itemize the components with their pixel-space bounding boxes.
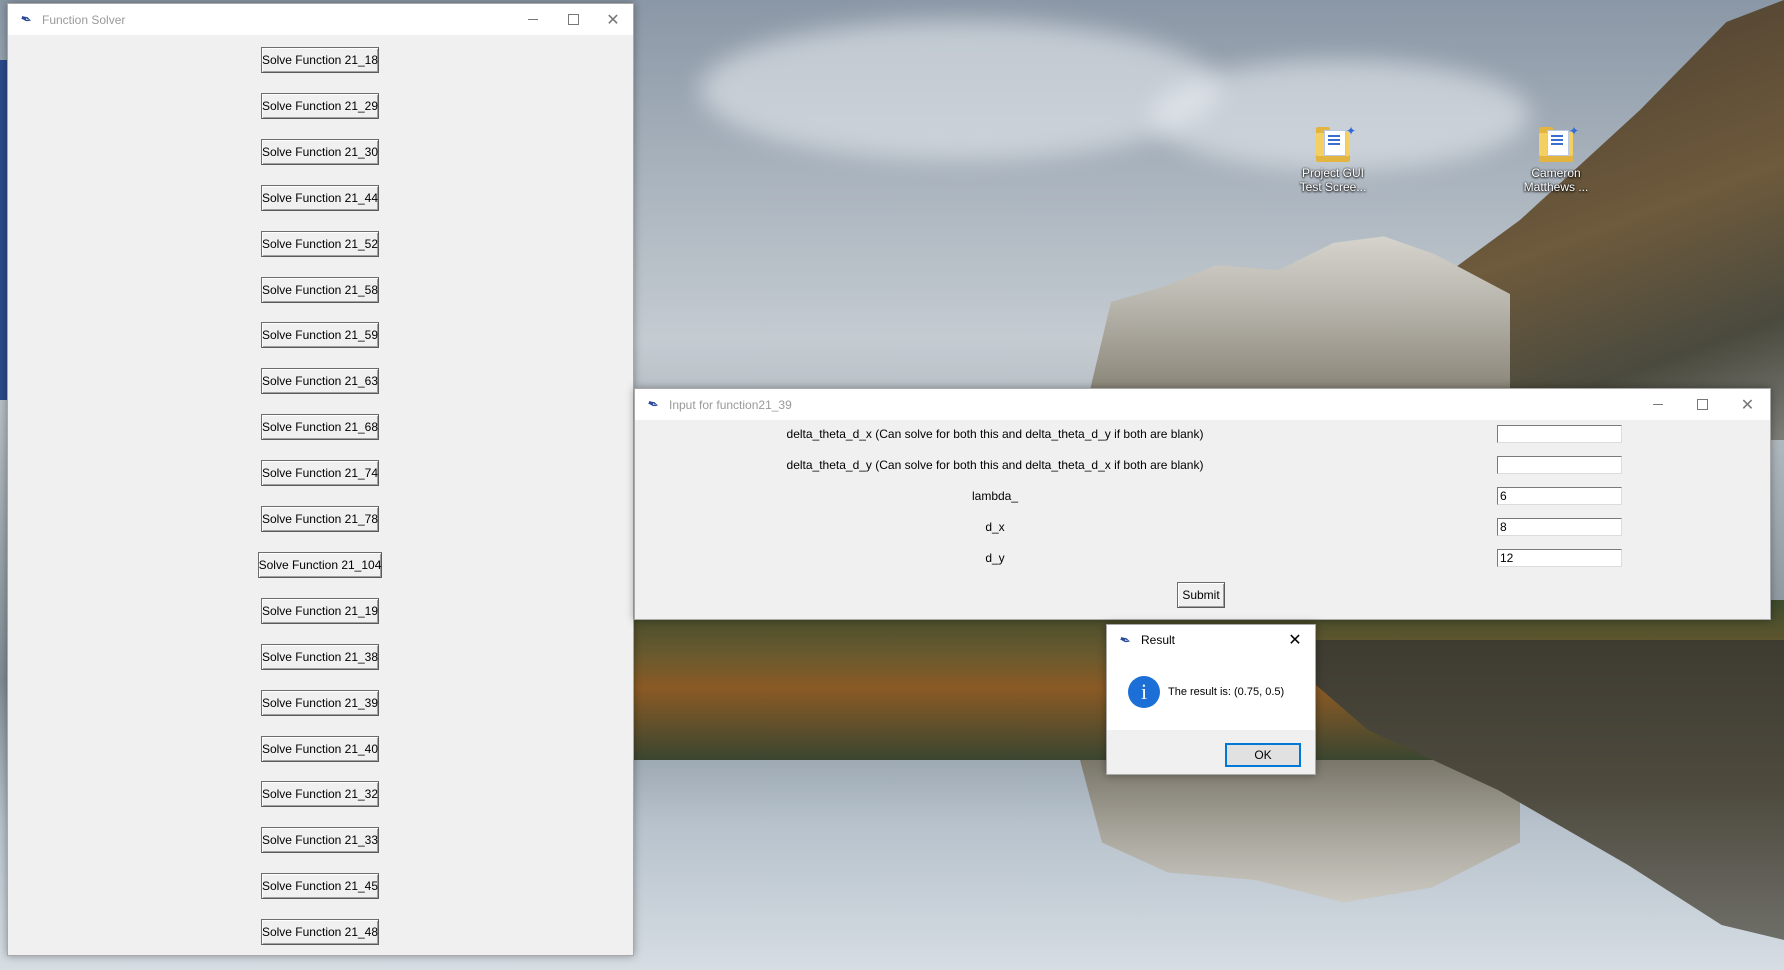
field-label-d-y: d_y: [985, 551, 1005, 565]
solve-function-button[interactable]: Solve Function 21_33: [261, 827, 379, 854]
dialog-message-area: i The result is: (0.75, 0.5): [1107, 655, 1315, 730]
delta-theta-d-y-input[interactable]: [1497, 456, 1622, 474]
solve-function-button[interactable]: Solve Function 21_18: [261, 47, 379, 73]
field-label-lambda: lambda_: [971, 489, 1019, 503]
folder-shortcut-icon: ✦: [1539, 124, 1579, 162]
window-title: Function Solver: [42, 12, 126, 27]
minimize-button[interactable]: [513, 4, 553, 35]
feather-icon: ✒: [1116, 630, 1134, 650]
solve-function-button[interactable]: Solve Function 21_78: [261, 506, 379, 532]
solve-function-button[interactable]: Solve Function 21_58: [261, 276, 379, 303]
maximize-button[interactable]: [1680, 389, 1725, 420]
solve-function-button[interactable]: Solve Function 21_39: [261, 689, 379, 716]
result-dialog: ✒ Result ✕ i The result is: (0.75, 0.5) …: [1106, 624, 1316, 775]
d-x-input[interactable]: [1497, 518, 1622, 536]
feather-icon: ✒: [644, 394, 662, 414]
close-button[interactable]: ✕: [1275, 625, 1315, 655]
feather-icon: ✒: [17, 9, 35, 29]
cloud: [700, 20, 1220, 160]
close-button[interactable]: ✕: [1725, 389, 1770, 420]
desktop-icon-cameron-matthews[interactable]: ✦ Cameron Matthews ...: [1517, 124, 1595, 194]
solve-function-button[interactable]: Solve Function 21_38: [261, 643, 379, 670]
desktop-icon-project-gui[interactable]: ✦ Project GUI Test Scree...: [1294, 124, 1372, 194]
info-icon: i: [1128, 676, 1160, 708]
minimize-icon: [528, 19, 538, 20]
solve-function-button[interactable]: Solve Function 21_68: [261, 414, 379, 441]
solve-function-button[interactable]: Solve Function 21_74: [261, 460, 379, 487]
delta-theta-d-x-input[interactable]: [1497, 425, 1622, 443]
solve-function-button[interactable]: Solve Function 21_19: [261, 597, 379, 624]
solve-function-button[interactable]: Solve Function 21_30: [261, 138, 379, 165]
ok-button[interactable]: OK: [1225, 743, 1301, 767]
solve-function-button[interactable]: Solve Function 21_104: [258, 551, 382, 578]
desktop-icon-label: Project GUI Test Scree...: [1299, 166, 1367, 194]
field-label-delta-theta-d-x: delta_theta_d_x (Can solve for both this…: [786, 427, 1204, 441]
maximize-button[interactable]: [553, 4, 593, 35]
result-message: The result is: (0.75, 0.5): [1168, 686, 1285, 698]
minimize-button[interactable]: [1635, 389, 1680, 420]
solve-function-button[interactable]: Solve Function 21_32: [261, 781, 379, 808]
title-bar[interactable]: ✒ Result ✕: [1107, 625, 1315, 655]
function-solver-window: ✒ Function Solver ✕ Solve Function 21_18…: [7, 3, 634, 956]
field-label-delta-theta-d-y: delta_theta_d_y (Can solve for both this…: [786, 458, 1204, 472]
title-bar[interactable]: ✒ Input for function21_39 ✕: [635, 389, 1770, 420]
solve-function-button[interactable]: Solve Function 21_44: [261, 184, 379, 211]
solve-function-button[interactable]: Solve Function 21_63: [261, 368, 379, 395]
solve-function-button[interactable]: Solve Function 21_52: [261, 230, 379, 257]
lambda-input[interactable]: [1497, 487, 1622, 505]
close-button[interactable]: ✕: [593, 4, 633, 35]
cliffs: [1090, 236, 1510, 390]
field-label-d-x: d_x: [985, 520, 1005, 534]
solve-function-button[interactable]: Solve Function 21_48: [261, 919, 379, 946]
solve-function-button[interactable]: Solve Function 21_45: [261, 873, 379, 900]
submit-button[interactable]: Submit: [1177, 582, 1225, 608]
close-icon: ✕: [1740, 396, 1755, 414]
cliffs-reflection: [1080, 760, 1520, 903]
title-bar[interactable]: ✒ Function Solver ✕: [8, 4, 633, 35]
folder-shortcut-icon: ✦: [1316, 124, 1356, 162]
maximize-icon: [1697, 399, 1708, 410]
solve-function-button[interactable]: Solve Function 21_29: [261, 92, 379, 119]
close-icon: ✕: [606, 11, 620, 29]
input-window: ✒ Input for function21_39 ✕ delta_theta_…: [634, 388, 1771, 620]
solve-function-button[interactable]: Solve Function 21_40: [261, 735, 379, 762]
close-icon: ✕: [1288, 632, 1302, 649]
window-title: Input for function21_39: [669, 397, 792, 412]
d-y-input[interactable]: [1497, 549, 1622, 567]
desktop-icon-label: Cameron Matthews ...: [1523, 166, 1589, 194]
dialog-title: Result: [1141, 633, 1176, 647]
maximize-icon: [567, 14, 579, 25]
solve-function-button[interactable]: Solve Function 21_59: [261, 322, 379, 349]
minimize-icon: [1652, 404, 1663, 405]
